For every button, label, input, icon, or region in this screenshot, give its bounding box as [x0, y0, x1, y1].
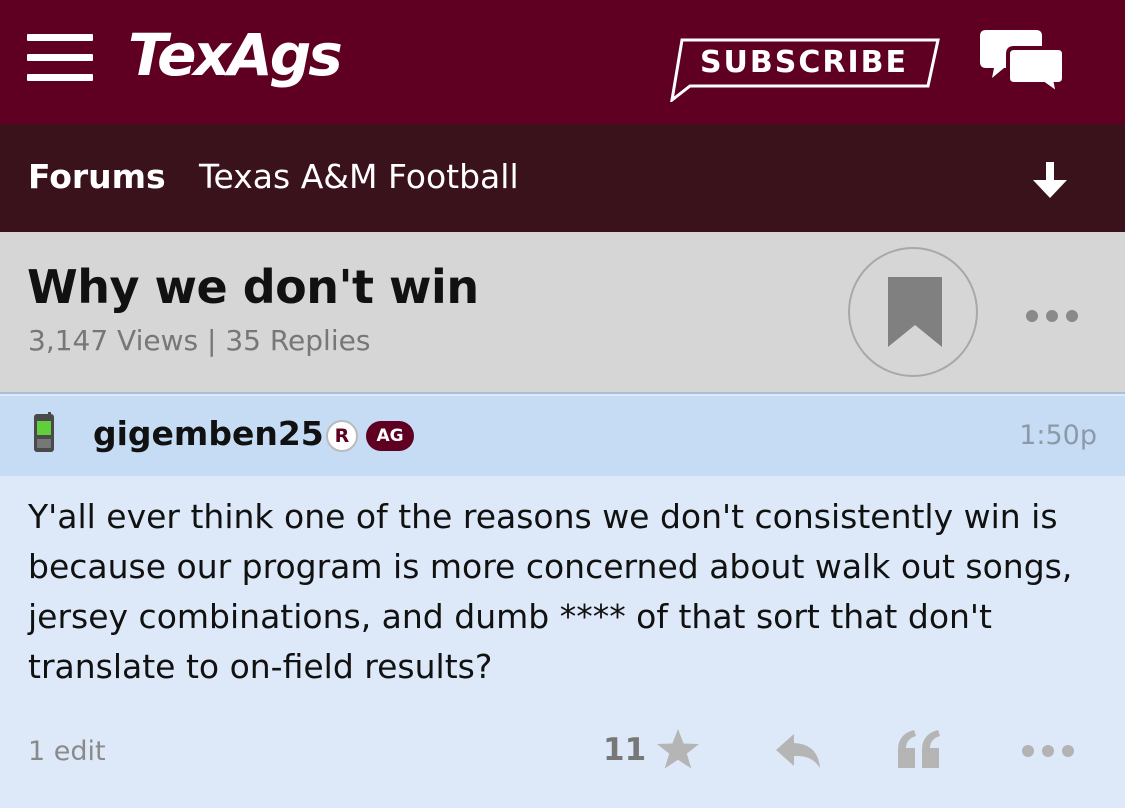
thread-title: Why we don't win — [27, 260, 479, 314]
thread-more-button[interactable] — [1026, 310, 1078, 324]
thread-stats: 3,147 Views | 35 Replies — [28, 324, 371, 357]
chat-bubbles-icon[interactable] — [980, 28, 1066, 99]
edit-count-link[interactable]: 1 edit — [28, 736, 106, 767]
hamburger-menu-icon[interactable] — [27, 34, 93, 82]
subscribe-label: SUBSCRIBE — [699, 45, 909, 80]
post-footer: 1 edit 11 — [0, 718, 1125, 788]
cell-phone-icon — [32, 412, 56, 454]
texags-logo[interactable]: TexAgs — [128, 26, 343, 84]
top-bar: TexAgs SUBSCRIBE — [0, 0, 1125, 124]
forums-link[interactable]: Forums — [28, 157, 166, 196]
post-header: gigemben25 R AG 1:50p — [0, 396, 1125, 476]
thread-header: Why we don't win 3,147 Views | 35 Replie… — [0, 232, 1125, 394]
registered-badge: R — [326, 420, 358, 452]
bookmark-icon — [888, 277, 942, 347]
star-count: 11 — [603, 732, 647, 768]
arrow-down-icon[interactable] — [1029, 160, 1071, 202]
quote-icon[interactable] — [896, 728, 942, 770]
post-timestamp: 1:50p — [1019, 420, 1097, 451]
reply-arrow-icon[interactable] — [774, 732, 822, 770]
star-icon[interactable] — [656, 728, 700, 770]
post-username[interactable]: gigemben25 — [93, 414, 324, 453]
forum-subnav: Forums Texas A&M Football — [0, 124, 1125, 232]
post-body: Y'all ever think one of the reasons we d… — [28, 497, 1073, 686]
bookmark-button[interactable] — [848, 247, 978, 377]
post-more-button[interactable] — [1022, 745, 1074, 759]
board-link[interactable]: Texas A&M Football — [199, 157, 519, 196]
subscribe-button[interactable]: SUBSCRIBE — [668, 36, 940, 102]
ag-badge: AG — [366, 421, 414, 451]
